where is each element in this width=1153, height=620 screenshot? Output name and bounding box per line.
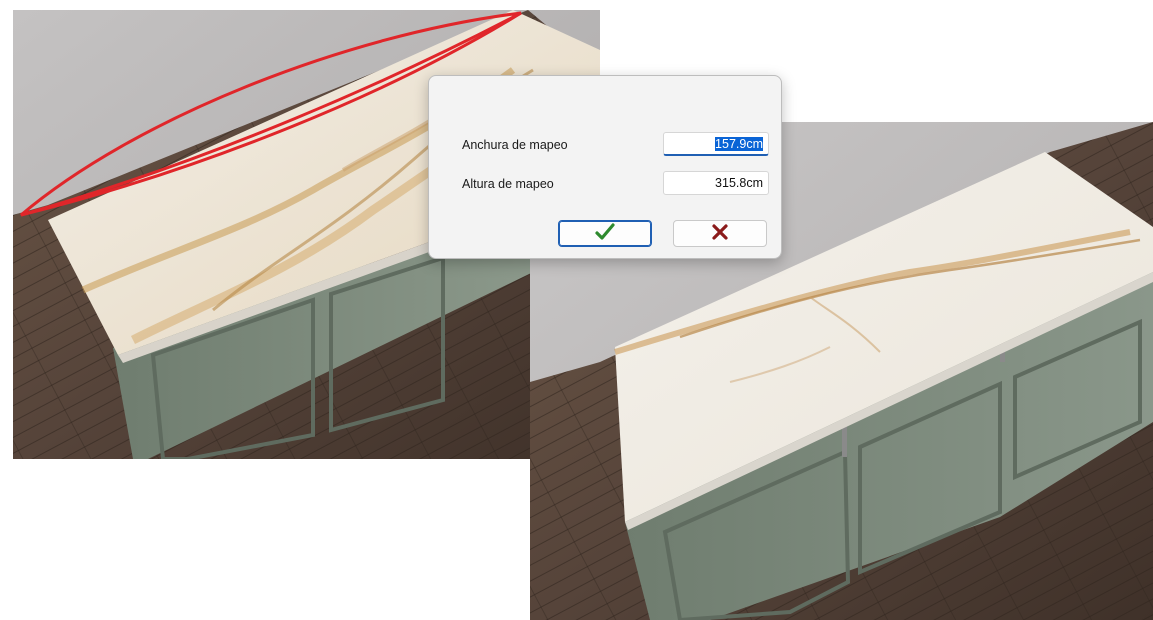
cancel-button[interactable] [673, 220, 767, 247]
mapping-width-input[interactable] [663, 132, 769, 156]
mapping-width-label: Anchura de mapeo [462, 138, 568, 152]
close-icon [711, 223, 729, 244]
ok-button[interactable] [558, 220, 652, 247]
check-icon [595, 223, 615, 244]
mapping-height-input[interactable] [663, 171, 769, 195]
mapping-height-label: Altura de mapeo [462, 177, 554, 191]
mapping-dialog: Anchura de mapeo Altura de mapeo [428, 75, 782, 259]
